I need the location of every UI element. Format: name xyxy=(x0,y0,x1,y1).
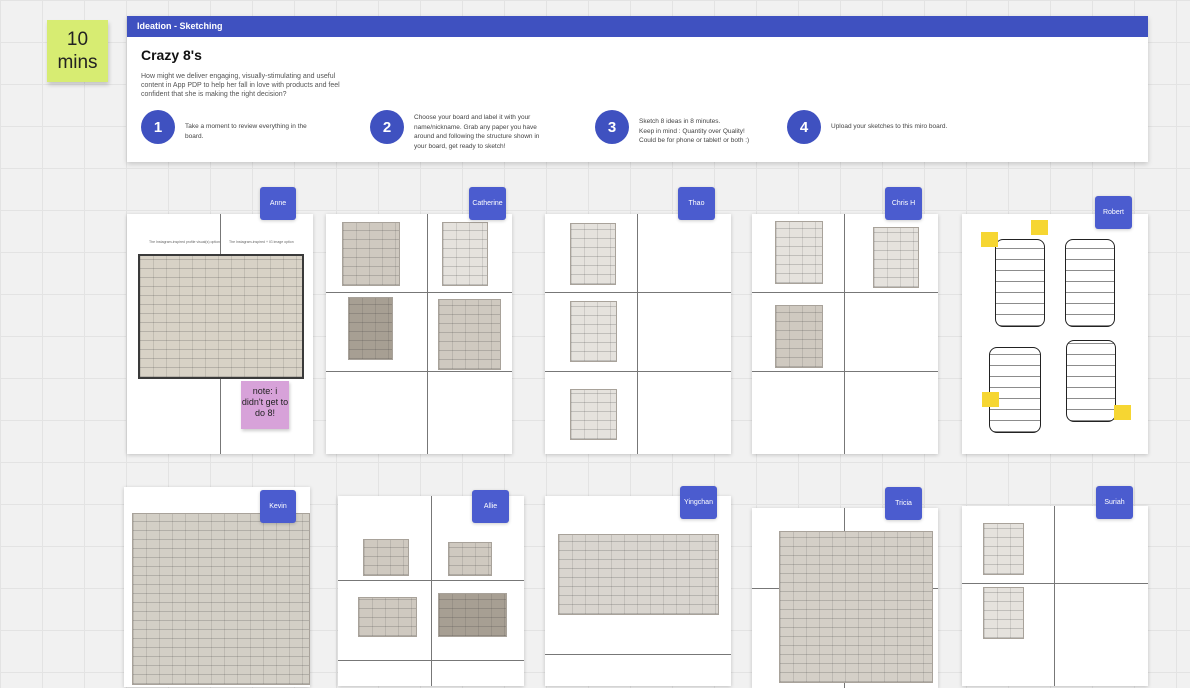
sketch-photo[interactable] xyxy=(442,222,488,286)
sketch-photo[interactable] xyxy=(775,305,823,368)
sketch-doodle[interactable] xyxy=(1066,340,1116,422)
mini-sticky-note[interactable] xyxy=(981,232,998,247)
step-number-circle: 1 xyxy=(141,110,175,144)
board-suriah[interactable] xyxy=(962,506,1148,686)
timer-unit: mins xyxy=(57,52,98,73)
board-catherine[interactable] xyxy=(326,214,512,454)
sketch-photo[interactable] xyxy=(438,299,501,370)
step-text: Choose your board and label it with your… xyxy=(414,114,540,150)
sketch-photo[interactable] xyxy=(873,227,919,288)
sketch-photo[interactable] xyxy=(983,523,1024,575)
sketch-doodle[interactable] xyxy=(995,239,1045,327)
mini-sticky-note[interactable] xyxy=(1031,220,1048,235)
sketch-photo[interactable] xyxy=(363,539,409,576)
step-text: Upload your sketches to this miro board. xyxy=(831,123,948,130)
sketch-photo[interactable] xyxy=(570,389,617,440)
how-might-we-question: How might we deliver engaging, visually-… xyxy=(141,73,340,98)
board-thao[interactable] xyxy=(545,214,731,454)
sketch-photo[interactable] xyxy=(138,254,304,379)
sketch-photo[interactable] xyxy=(558,534,719,615)
board-tricia[interactable] xyxy=(752,508,938,688)
name-tag-anne[interactable]: Anne xyxy=(260,187,296,220)
mini-sticky-note[interactable] xyxy=(982,392,999,407)
name-tag-robert[interactable]: Robert xyxy=(1095,196,1132,229)
step-3: 3 Sketch 8 ideas in 8 minutes. Keep in m… xyxy=(595,110,749,146)
timer-sticky-note[interactable]: 10 mins xyxy=(47,20,108,82)
sketch-photo[interactable] xyxy=(779,531,933,683)
step-text: Sketch 8 ideas in 8 minutes. Keep in min… xyxy=(639,118,750,144)
sketch-doodle[interactable] xyxy=(989,347,1041,433)
sticky-note-pink[interactable]: note: i didn't get to do 8! xyxy=(241,381,289,429)
step-number-circle: 4 xyxy=(787,110,821,144)
sketch-photo[interactable] xyxy=(342,222,400,286)
name-tag-kevin[interactable]: Kevin xyxy=(260,490,296,523)
board-yingchan[interactable] xyxy=(545,496,731,686)
name-tag-suriah[interactable]: Suriah xyxy=(1096,486,1133,519)
step-number-circle: 3 xyxy=(595,110,629,144)
name-tag-chris-h[interactable]: Chris H xyxy=(885,187,922,220)
name-tag-tricia[interactable]: Tricia xyxy=(885,487,922,520)
name-tag-thao[interactable]: Thao xyxy=(678,187,715,220)
sketch-caption-right: The Instagram-inspired + IG image option xyxy=(229,240,294,244)
name-tag-yingchan[interactable]: Yingchan xyxy=(680,486,717,519)
sketch-photo[interactable] xyxy=(358,597,417,637)
board-robert[interactable] xyxy=(962,214,1148,454)
sketch-photo[interactable] xyxy=(775,221,823,284)
sketch-caption-left: The Instagram-inspired profile visual(s)… xyxy=(149,240,221,244)
name-tag-allie[interactable]: Allie xyxy=(472,490,509,523)
frame-header: Ideation - Sketching xyxy=(127,16,1148,37)
sketch-photo[interactable] xyxy=(438,593,507,637)
frame-title: Crazy 8's xyxy=(141,47,202,63)
sketch-doodle[interactable] xyxy=(1065,239,1115,327)
timer-value: 10 xyxy=(66,29,89,50)
sketch-photo[interactable] xyxy=(132,513,310,685)
name-tag-catherine[interactable]: Catherine xyxy=(469,187,506,220)
step-number-circle: 2 xyxy=(370,110,404,144)
board-chris-h[interactable] xyxy=(752,214,938,454)
sketch-photo[interactable] xyxy=(570,301,617,362)
instructions-frame[interactable]: Ideation - Sketching Crazy 8's How might… xyxy=(127,16,1148,162)
step-2: 2 Choose your board and label it with yo… xyxy=(370,110,539,151)
sketch-photo[interactable] xyxy=(570,223,616,285)
sketch-photo[interactable] xyxy=(348,297,393,360)
sketch-photo[interactable] xyxy=(448,542,492,576)
mini-sticky-note[interactable] xyxy=(1114,405,1131,420)
sketch-photo[interactable] xyxy=(983,587,1024,639)
step-text: Take a moment to review everything in th… xyxy=(185,123,307,140)
step-4: 4 Upload your sketches to this miro boar… xyxy=(787,110,947,144)
board-allie[interactable] xyxy=(338,496,524,686)
step-1: 1 Take a moment to review everything in … xyxy=(141,110,307,144)
